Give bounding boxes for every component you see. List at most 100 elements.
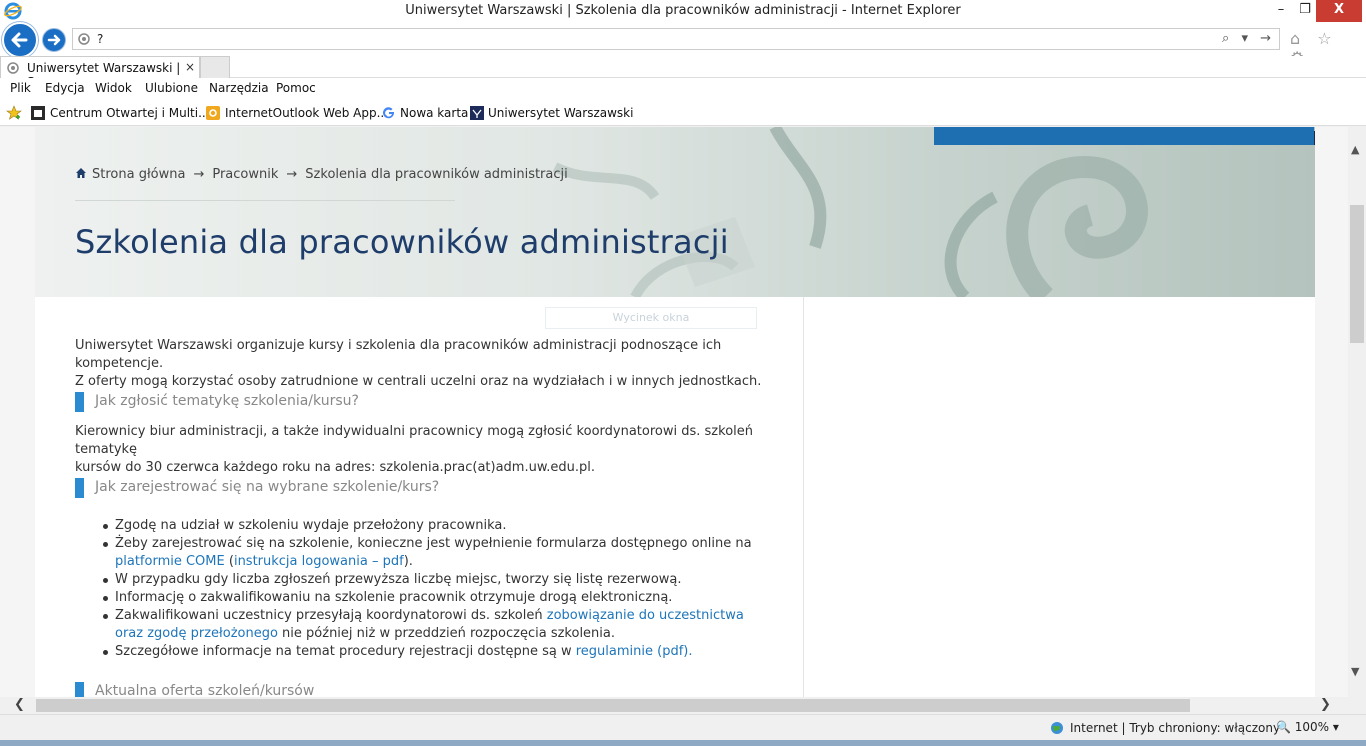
list-item-text: Informację o zakwalifikowaniu na szkolen… bbox=[115, 590, 673, 605]
google-favicon-icon bbox=[383, 107, 394, 119]
menu-bar: Plik Edycja Widok Ulubione Narzędzia Pom… bbox=[0, 78, 1366, 100]
centrum-favicon-icon bbox=[31, 106, 45, 120]
favorite-uniwersytet[interactable]: Uniwersytet Warszawski bbox=[488, 106, 633, 120]
uw-favicon-icon bbox=[78, 33, 90, 45]
scroll-left-icon[interactable]: ❮ bbox=[14, 697, 25, 712]
new-tab-button[interactable] bbox=[200, 56, 230, 78]
breadcrumb-pracownik[interactable]: Pracownik bbox=[212, 167, 278, 182]
intro-line-2: Z oferty mogą korzystać osoby zatrudnion… bbox=[75, 374, 762, 389]
scroll-up-icon[interactable]: ▲ bbox=[1351, 143, 1359, 156]
section-heading-zglos: Jak zgłosić tematykę szkolenia/kursu? bbox=[75, 392, 475, 412]
favorite-nowa-karta[interactable]: Nowa karta bbox=[400, 106, 468, 120]
breadcrumb-separator: → bbox=[286, 167, 298, 182]
vertical-scrollbar[interactable]: ▲ ▼ bbox=[1348, 127, 1366, 697]
horizontal-scrollbar[interactable]: ❮ ❯ bbox=[0, 697, 1348, 714]
globe-icon bbox=[1051, 722, 1063, 734]
tab-uniwersytet[interactable]: Uniwersytet Warszawski | Sz... × bbox=[0, 56, 200, 89]
menu-edycja[interactable]: Edycja bbox=[45, 81, 85, 95]
list-item-text: Żeby zarejestrować się na szkolenie, kon… bbox=[115, 536, 752, 551]
back-arrow-icon bbox=[11, 32, 28, 48]
back-button[interactable] bbox=[2, 22, 38, 58]
close-window-button[interactable]: X bbox=[1316, 0, 1362, 22]
list-item: Zakwalifikowani uczestnicy przesyłają ko… bbox=[103, 607, 775, 643]
menu-widok[interactable]: Widok bbox=[95, 81, 132, 95]
list-item: W przypadku gdy liczba zgłoszeń przewyżs… bbox=[103, 571, 775, 589]
zglos-line-1: Kierownicy biur administracji, a także i… bbox=[75, 424, 753, 457]
menu-plik[interactable]: Plik bbox=[10, 81, 31, 95]
snipping-tool-overlay: Wycinek okna bbox=[545, 307, 757, 329]
breadcrumb-divider bbox=[75, 200, 455, 201]
status-bar: Internet | Tryb chroniony: włączony 🔍 10… bbox=[0, 714, 1366, 740]
breadcrumb: Strona główna → Pracownik → Szkolenia dla pr… bbox=[75, 167, 568, 182]
address-bar[interactable]: ? ⌕ ▾ → bbox=[72, 28, 1280, 50]
list-item-text: Zgodę na udział w szkoleniu wydaje przeł… bbox=[115, 518, 507, 533]
list-item: Żeby zarejestrować się na szkolenie, kon… bbox=[103, 535, 775, 571]
navigation-bar: ? ⌕ ▾ → ⌂ ☆ ⚙ bbox=[0, 22, 1366, 67]
page-viewport: Strona główna → Pracownik → Szkolenia dla pr… bbox=[0, 127, 1366, 697]
zglos-line-2: kursów do 30 czerwca każdego roku na adr… bbox=[75, 460, 596, 475]
search-dropdown-refresh-icons[interactable]: ⌕ ▾ → bbox=[1222, 31, 1275, 46]
windows-taskbar bbox=[0, 740, 1366, 746]
scroll-right-icon[interactable]: ❯ bbox=[1320, 697, 1331, 712]
list-item: Szczegółowe informacje na temat procedur… bbox=[103, 643, 775, 661]
regulations-link[interactable]: regulaminie (pdf). bbox=[576, 644, 693, 659]
sidebar-divider bbox=[803, 297, 804, 697]
platform-come-link[interactable]: platformie COME bbox=[115, 554, 225, 569]
menu-narzedzia[interactable]: Narzędzia bbox=[209, 81, 269, 95]
uw-eagle-favicon-icon bbox=[470, 106, 484, 120]
window-title: Uniwersytet Warszawski | Szkolenia dla p… bbox=[405, 3, 961, 18]
favorite-centrum[interactable]: Centrum Otwartej i Multi... bbox=[50, 106, 210, 120]
hero-wrought-iron-image bbox=[552, 127, 1148, 297]
intro-paragraph: Uniwersytet Warszawski organizuje kursy … bbox=[75, 337, 795, 391]
window-titlebar: Uniwersytet Warszawski | Szkolenia dla p… bbox=[0, 0, 1366, 22]
supervisor-consent-link[interactable]: oraz zgodę przełożonego bbox=[115, 626, 278, 641]
list-item: Zgodę na udział w szkoleniu wydaje przeł… bbox=[103, 517, 775, 535]
menu-pomoc[interactable]: Pomoc bbox=[276, 81, 316, 95]
hero-accent-bar bbox=[934, 127, 1314, 145]
list-item-text: W przypadku gdy liczba zgłoszeń przewyżs… bbox=[115, 572, 682, 587]
security-zone: Internet | Tryb chroniony: włączony bbox=[1050, 721, 1280, 735]
list-item-text: Szczegółowe informacje na temat procedur… bbox=[115, 644, 576, 659]
horizontal-scroll-thumb[interactable] bbox=[36, 699, 1190, 712]
heading-bar bbox=[75, 682, 84, 697]
content-container: Strona główna → Pracownik → Szkolenia dla pr… bbox=[35, 127, 1315, 697]
section-heading-zarejestruj: Jak zarejestrować się na wybrane szkolen… bbox=[75, 478, 525, 498]
hero-banner: Strona główna → Pracownik → Szkolenia dla pr… bbox=[35, 127, 1315, 297]
favorites-star-icon[interactable] bbox=[6, 105, 22, 121]
favorites-bar: Centrum Otwartej i Multi... InternetOutl… bbox=[0, 100, 1366, 126]
heading-bar bbox=[75, 392, 84, 412]
forward-arrow-icon bbox=[47, 34, 61, 46]
security-zone-text: Internet | Tryb chroniony: włączony bbox=[1070, 721, 1281, 735]
scroll-down-icon[interactable]: ▼ bbox=[1351, 665, 1359, 678]
favorite-outlook[interactable]: InternetOutlook Web App... bbox=[225, 106, 388, 120]
breadcrumb-home[interactable]: Strona główna bbox=[92, 167, 185, 182]
zglos-paragraph: Kierownicy biur administracji, a także i… bbox=[75, 423, 795, 477]
forward-button[interactable] bbox=[42, 28, 66, 52]
heading-text: Jak zgłosić tematykę szkolenia/kursu? bbox=[95, 393, 359, 409]
hero-accent-bar-end bbox=[1314, 131, 1315, 145]
commitment-link[interactable]: zobowiązanie do uczestnictwa bbox=[547, 608, 744, 623]
breadcrumb-current: Szkolenia dla pracowników administracji bbox=[305, 167, 568, 182]
list-item-text: Zakwalifikowani uczestnicy przesyłają ko… bbox=[115, 608, 547, 623]
heading-text: Jak zarejestrować się na wybrane szkolen… bbox=[95, 479, 440, 495]
tab-bar: Uniwersytet Warszawski | Sz... × bbox=[0, 56, 1366, 89]
vertical-scroll-thumb[interactable] bbox=[1350, 205, 1364, 343]
login-instructions-link[interactable]: instrukcja logowania – pdf bbox=[234, 554, 404, 569]
home-icon bbox=[76, 168, 86, 178]
list-item-text: nie później niż w przeddzień rozpoczęcia… bbox=[277, 626, 616, 641]
list-item: Informację o zakwalifikowaniu na szkolen… bbox=[103, 589, 775, 607]
url-text[interactable]: ? bbox=[97, 32, 103, 46]
uw-favicon-icon bbox=[7, 62, 19, 74]
heading-text: Aktualna oferta szkoleń/kursów bbox=[95, 683, 315, 697]
registration-steps-list: Zgodę na udział w szkoleniu wydaje przeł… bbox=[103, 517, 775, 661]
outlook-favicon-icon bbox=[206, 106, 220, 120]
intro-line-1: Uniwersytet Warszawski organizuje kursy … bbox=[75, 338, 722, 371]
menu-ulubione[interactable]: Ulubione bbox=[145, 81, 198, 95]
page-title: Szkolenia dla pracowników administracji bbox=[75, 223, 729, 261]
section-heading-oferta: Aktualna oferta szkoleń/kursów bbox=[75, 682, 475, 697]
heading-bar bbox=[75, 478, 84, 498]
breadcrumb-separator: → bbox=[193, 167, 205, 182]
zoom-level[interactable]: 🔍 100% ▾ bbox=[1276, 720, 1339, 734]
tab-close-icon[interactable]: × bbox=[185, 60, 195, 74]
list-item-text: ). bbox=[403, 554, 413, 569]
